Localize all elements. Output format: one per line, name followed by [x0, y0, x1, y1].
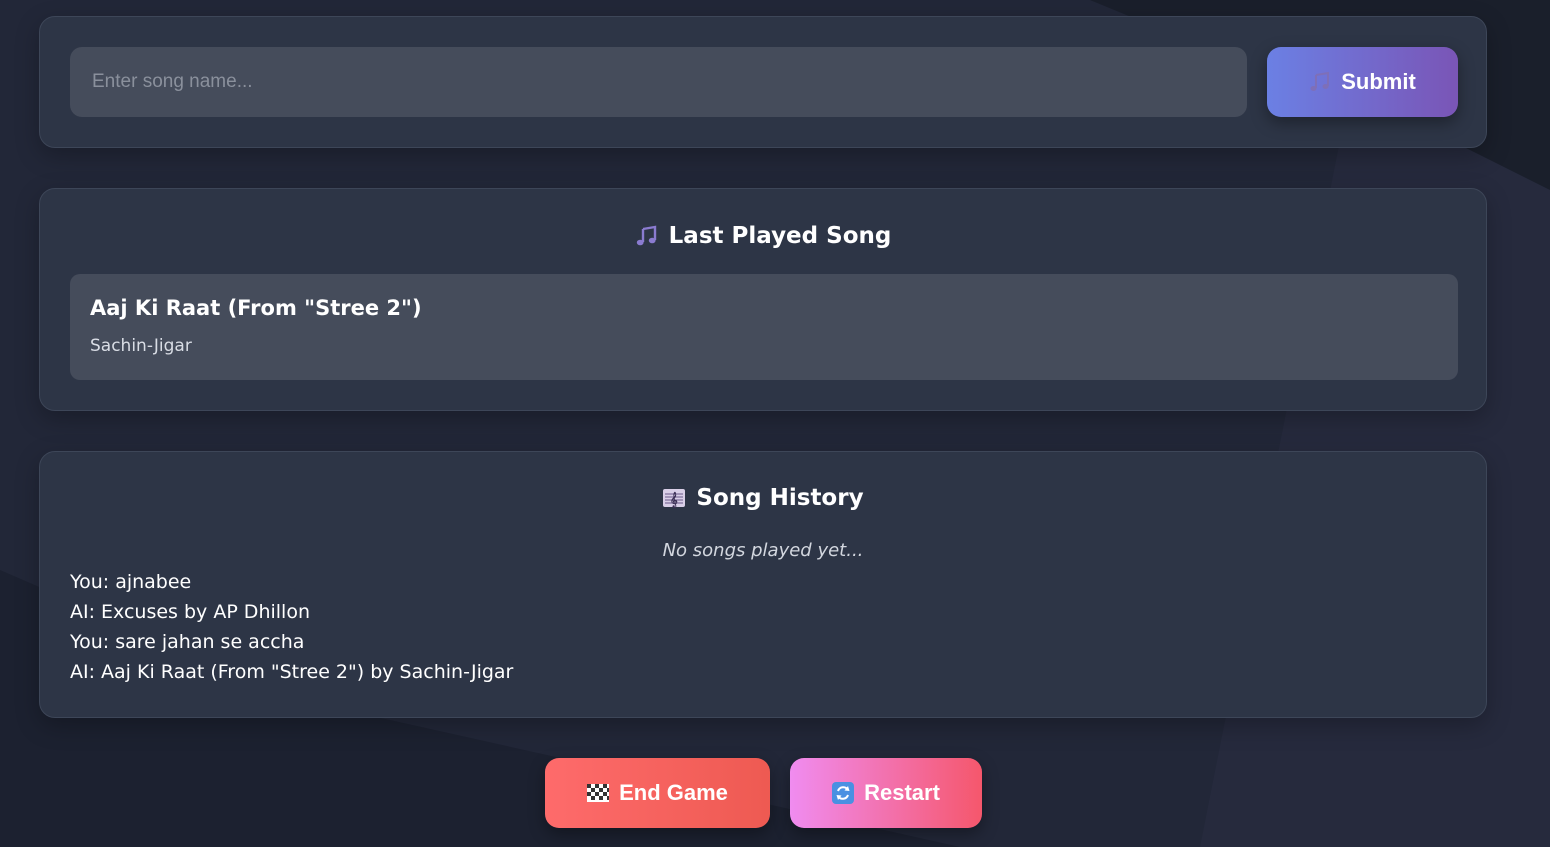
submit-label: Submit — [1341, 69, 1416, 94]
last-played-artist: Sachin-Jigar — [90, 336, 192, 356]
last-played-card: Last Played Song Aaj Ki Raat (From "Stre… — [39, 188, 1487, 411]
history-entry: You: ajnabee — [70, 571, 192, 593]
end-game-button[interactable]: End Game — [545, 758, 770, 828]
history-entry: AI: Aaj Ki Raat (From "Stree 2") by Sach… — [70, 661, 514, 683]
last-played-song-box: Aaj Ki Raat (From "Stree 2") Sachin-Jiga… — [70, 274, 1458, 380]
restart-label: Restart — [864, 780, 940, 805]
empty-history-message: No songs played yet... — [662, 540, 864, 561]
song-input-card: Submit — [39, 16, 1487, 148]
history-entry: You: sare jahan se accha — [70, 631, 305, 653]
checkered-flag-icon — [587, 784, 610, 802]
last-played-song-title: Aaj Ki Raat (From "Stree 2") — [90, 296, 422, 320]
song-name-input[interactable] — [70, 47, 1247, 117]
music-note-icon — [635, 224, 659, 248]
song-history-heading: 𝄞 Song History — [40, 485, 1486, 511]
history-list: You: ajnabee AI: Excuses by AP Dhillon Y… — [70, 567, 513, 687]
end-game-label: End Game — [619, 780, 728, 805]
refresh-icon — [832, 782, 855, 804]
history-entry: AI: Excuses by AP Dhillon — [70, 601, 310, 623]
last-played-heading-text: Last Played Song — [668, 223, 892, 249]
music-notes-icon — [1309, 71, 1331, 93]
musical-score-icon: 𝄞 — [662, 487, 686, 509]
last-played-heading: Last Played Song — [40, 223, 1486, 249]
svg-text:𝄞: 𝄞 — [670, 492, 678, 509]
song-history-heading-text: Song History — [696, 485, 864, 511]
song-history-card: 𝄞 Song History No songs played yet... Yo… — [39, 451, 1487, 718]
restart-button[interactable]: Restart — [790, 758, 982, 828]
submit-button[interactable]: Submit — [1267, 47, 1458, 117]
